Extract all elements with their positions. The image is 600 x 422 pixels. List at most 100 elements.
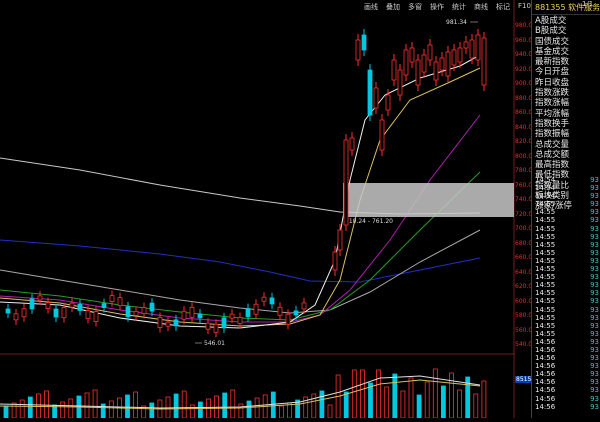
tick-value: 93 — [590, 273, 599, 282]
volume-bar — [457, 389, 463, 419]
tick-row: 14:55 93 — [535, 233, 599, 241]
panel-menu-item[interactable]: 最高指数 — [535, 160, 600, 170]
tick-time: 14:55 — [535, 281, 556, 290]
toolbar-button-5[interactable]: 商线 — [470, 0, 492, 14]
panel-menu-item[interactable]: 国债成交 — [535, 37, 600, 47]
panel-menu-item[interactable]: 总成交额 — [535, 150, 600, 160]
tick-time: 14:55 — [535, 321, 556, 330]
candle-body — [117, 297, 123, 307]
tick-time: 14:55 — [535, 273, 556, 282]
tick-value: 93 — [590, 248, 599, 257]
candle-body — [29, 298, 35, 310]
panel-menu-item[interactable]: 指数振幅 — [535, 129, 600, 139]
candle-body — [397, 69, 403, 96]
candle-body — [439, 57, 445, 71]
candle-body — [469, 39, 475, 59]
candle-body — [189, 306, 195, 318]
tick-value: 93 — [590, 313, 599, 322]
tick-row: 14:55 93 — [535, 314, 599, 322]
tick-time: 14:55 — [535, 289, 556, 298]
volume-bar — [400, 390, 406, 419]
tick-value: 93 — [590, 402, 599, 411]
toolbar-button-0[interactable]: 画线 — [360, 0, 382, 14]
candle-body — [93, 311, 99, 322]
candle-body — [237, 317, 243, 324]
tick-time: 14:55 — [535, 297, 556, 306]
tick-value: 93 — [590, 176, 599, 184]
tick-value: 93 — [590, 281, 599, 290]
candle-body — [409, 47, 415, 63]
kline-chart[interactable]: 710.24 - 761.20981.34546.0170005000 — [0, 0, 532, 419]
toolbar-button-6[interactable]: 标记 — [492, 0, 514, 14]
tick-value: 93 — [590, 297, 599, 306]
tick-value: 93 — [590, 289, 599, 298]
panel-menu-item[interactable]: 今日开盘 — [535, 67, 600, 77]
candle-body — [269, 297, 275, 305]
candle-body — [451, 49, 457, 66]
tick-value: 93 — [590, 200, 599, 209]
tick-row: 14:55 93 — [535, 265, 599, 273]
tick-row: 14:55 93 — [535, 306, 599, 314]
volume-bar — [424, 381, 430, 419]
volume-bar — [230, 389, 236, 419]
candle-body — [21, 308, 27, 318]
volume-bar — [408, 377, 414, 419]
candle-body — [133, 310, 139, 316]
panel-menu-item[interactable]: B股成交 — [535, 26, 600, 36]
tick-time: 14:55 — [535, 313, 556, 322]
tick-value: 93 — [590, 232, 599, 241]
panel-menu-item[interactable]: A股成交 — [535, 16, 600, 26]
panel-menu-item[interactable]: 基金成交 — [535, 47, 600, 57]
panel-menu-item[interactable]: 平均涨幅 — [535, 109, 600, 119]
volume-bar — [133, 391, 139, 419]
tick-value: 93 — [590, 370, 599, 379]
volume-bar — [19, 399, 25, 419]
toolbar-button-2[interactable]: 多窗 — [404, 0, 426, 14]
ma-blue — [0, 239, 481, 283]
tick-value: 93 — [590, 337, 599, 346]
tick-time: 14:55 — [535, 329, 556, 338]
tick-row: 14:55 93 — [535, 225, 599, 233]
tick-row: 14:56 93 — [535, 354, 599, 362]
volume-bar — [319, 390, 325, 419]
candle-body — [181, 310, 187, 320]
panel-menu-item[interactable]: 指数涨跌 — [535, 88, 600, 98]
toolbar-button-4[interactable]: 统计 — [448, 0, 470, 14]
panel-menu-item[interactable]: 总成交量 — [535, 140, 600, 150]
tick-value: 93 — [590, 192, 599, 201]
volume-bar — [416, 394, 422, 419]
volume-bar — [173, 393, 179, 419]
candle-body — [337, 229, 343, 251]
tick-value: 93 — [590, 378, 599, 387]
tick-row: 14:55 93 — [535, 257, 599, 265]
tick-list: 14:54 93 14:54 93 14:54 93 14:55 93 14:55 93 14:55… — [535, 176, 599, 411]
tick-value: 93 — [590, 362, 599, 371]
tick-value: 93 — [590, 240, 599, 249]
toolbar-button-1[interactable]: 叠加 — [382, 0, 404, 14]
tick-row: 14:56 93 — [535, 386, 599, 394]
toolbar-button-3[interactable]: 操作 — [426, 0, 448, 14]
tick-row: 14:56 93 — [535, 346, 599, 354]
candle-body — [445, 51, 451, 77]
volume-badge: 8515 — [515, 376, 533, 383]
tick-value: 93 — [590, 386, 599, 395]
low-label: 546.01 — [204, 340, 225, 347]
volume-bar — [238, 403, 244, 419]
volume-bar — [108, 400, 114, 419]
candle-body — [141, 307, 147, 314]
tick-time: 14:55 — [535, 208, 556, 217]
tick-row: 14:56 93 — [535, 362, 599, 370]
candle-body — [332, 251, 338, 271]
panel-menu-item[interactable]: 最新指数 — [535, 57, 600, 67]
panel-menu-item[interactable]: 指数涨幅 — [535, 98, 600, 108]
volume-bar — [125, 394, 130, 419]
volume-bar — [343, 391, 349, 419]
panel-menu-item[interactable]: 指数换手 — [535, 119, 600, 129]
volume-bar — [384, 386, 390, 419]
tick-time: 14:56 — [535, 354, 556, 363]
candle-body — [253, 303, 259, 315]
tick-time: 14:56 — [535, 337, 556, 346]
volume-bar — [351, 369, 357, 419]
panel-menu-item[interactable]: 昨日收盘 — [535, 78, 600, 88]
candle-body — [69, 302, 75, 308]
